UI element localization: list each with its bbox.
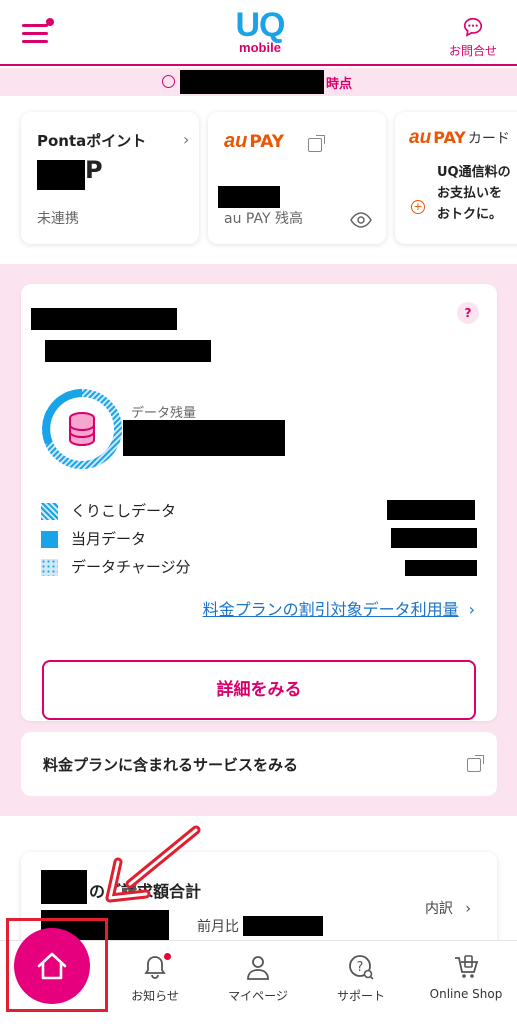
redacted-value (387, 500, 475, 520)
legend-label: くりこしデータ (71, 502, 177, 520)
aupay-card[interactable]: au PAY au PAY 残高 (208, 112, 386, 244)
redacted-value (405, 560, 477, 576)
aupay-card-suffix: カード (467, 131, 510, 147)
clock-icon (162, 75, 175, 88)
prev-month-label: 前月比 (197, 919, 239, 935)
redacted-plan-name (45, 340, 211, 362)
external-link-icon (467, 755, 484, 772)
data-gauge (42, 389, 122, 469)
nav-notifications[interactable]: お知らせ (110, 953, 200, 1004)
redacted-value (391, 528, 477, 548)
logo-uq: UQ (235, 6, 286, 44)
chevron-right-icon: › (468, 600, 475, 619)
redacted-phone-number (31, 308, 177, 330)
ponta-title: Pontaポイント (37, 132, 147, 150)
view-details-button[interactable]: 詳細をみる (42, 660, 476, 720)
discount-data-link[interactable]: 料金プランの割引対象データ利用量 › (203, 596, 475, 620)
legend-current-month: 当月データ (41, 528, 481, 550)
aupay-card-logo-au: au (409, 127, 432, 148)
help-icon[interactable]: ? (457, 302, 479, 324)
promo-line-2: お支払いを (437, 186, 503, 201)
promo-line-3: おトクに。 (437, 207, 503, 222)
support-icon: ? (349, 955, 374, 980)
points-unit: P (85, 156, 103, 184)
plan-services-link[interactable]: 料金プランに含まれるサービスをみる (21, 732, 497, 796)
menu-button[interactable] (22, 18, 54, 46)
database-icon (69, 412, 95, 446)
hatched-swatch-icon (41, 503, 58, 520)
eye-icon[interactable] (350, 212, 372, 228)
legend-carryover: くりこしデータ (41, 500, 481, 522)
legend-label: データチャージ分 (71, 558, 191, 576)
solid-swatch-icon (41, 531, 58, 548)
aupay-card-promo[interactable]: au PAY カード + UQ通信料の お支払いを おトクに。 (395, 112, 517, 244)
nav-mypage[interactable]: マイページ (213, 953, 303, 1004)
redacted-timestamp (180, 70, 324, 94)
cart-icon (455, 955, 479, 978)
nav-label: サポート (336, 989, 385, 1003)
menu-icon-bar (22, 32, 48, 35)
remaining-data-label: データ残量 (131, 406, 197, 421)
dotted-swatch-icon (41, 559, 58, 576)
data-usage-card: ? データ残量 くりこしデータ 当月データ データチャージ分 料金プランの割引対… (21, 284, 497, 721)
aupay-card-logo: au PAY カード (409, 126, 510, 149)
nav-label: マイページ (228, 989, 288, 1003)
discount-data-link-label: 料金プランの割引対象データ利用量 (202, 600, 459, 619)
billing-title: のご請求額合計 (89, 882, 202, 901)
nav-label: お知らせ (131, 989, 179, 1003)
redacted-balance (218, 186, 280, 208)
nav-online-shop[interactable]: Online Shop (418, 953, 514, 1001)
plus-circle-icon: + (411, 200, 425, 214)
svg-text:?: ? (357, 960, 364, 975)
legend-label: 当月データ (71, 530, 147, 548)
app-header: UQ mobile お問合せ (0, 0, 517, 66)
menu-icon-bar (22, 40, 48, 43)
plan-services-label: 料金プランに含まれるサービスをみる (43, 756, 299, 774)
chat-icon (463, 17, 483, 37)
redacted-points (37, 160, 85, 190)
redacted-month (41, 870, 87, 904)
chevron-right-icon: › (183, 130, 190, 149)
nav-label: Online Shop (429, 987, 503, 1001)
aupay-card-promo-text: UQ通信料の お支払いを おトクに。 (437, 162, 511, 225)
uq-mobile-logo[interactable]: UQ mobile (230, 8, 290, 56)
nav-support[interactable]: ? サポート (316, 953, 406, 1004)
highlight-frame (6, 918, 108, 1012)
notification-dot (164, 953, 171, 960)
ponta-card[interactable]: Pontaポイント › P 未連携 (21, 112, 199, 244)
breakdown-link[interactable]: 内訳 › (425, 898, 471, 918)
aupay-logo: au PAY (224, 128, 284, 153)
promo-line-1: UQ通信料の (437, 165, 511, 180)
aupay-logo-au: au (224, 130, 248, 152)
timestamp-band: 時点 (0, 68, 517, 96)
data-usage-section: ? データ残量 くりこしデータ 当月データ データチャージ分 料金プランの割引対… (0, 264, 517, 816)
person-icon (247, 956, 269, 980)
breakdown-label: 内訳 (424, 901, 453, 917)
contact-button[interactable]: お問合せ (443, 16, 503, 59)
notification-dot (46, 18, 54, 26)
aupay-balance-label: au PAY 残高 (224, 211, 303, 227)
timestamp-suffix: 時点 (326, 77, 353, 92)
aupay-card-logo-pay: PAY (433, 128, 466, 147)
contact-label: お問合せ (448, 44, 497, 58)
external-link-icon (308, 135, 325, 152)
points-carousel[interactable]: Pontaポイント › P 未連携 au PAY au PAY 残高 au PAY カ… (0, 96, 517, 264)
legend-data-charge: データチャージ分 (41, 556, 481, 578)
redacted-prev-month-value (243, 916, 323, 936)
ponta-status: 未連携 (37, 211, 79, 227)
menu-icon (22, 24, 48, 27)
redacted-remaining-data (123, 420, 285, 456)
chevron-right-icon: › (465, 901, 471, 917)
aupay-logo-pay: PAY (249, 132, 285, 152)
